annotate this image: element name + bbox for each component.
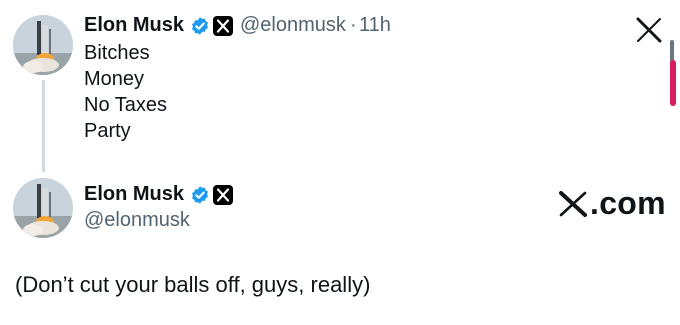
x-logo-icon[interactable]	[636, 17, 664, 43]
verified-badge-icon	[192, 17, 208, 35]
rocket-launch-image	[13, 178, 73, 238]
post-line-1: Bitches	[84, 42, 150, 64]
thread-connector	[42, 80, 45, 172]
post-timestamp[interactable]: 11h	[359, 14, 391, 37]
avatar[interactable]	[13, 178, 73, 238]
x-logo-icon	[213, 16, 233, 36]
profile-handle[interactable]: @elonmusk	[84, 209, 190, 232]
author-name[interactable]: Elon Musk	[84, 14, 184, 37]
rocket-launch-image	[13, 15, 73, 75]
verified-badge-icon	[192, 186, 208, 204]
x-logo-icon	[559, 190, 587, 217]
x-logo-icon	[213, 185, 233, 205]
brand-site-label: .com	[590, 185, 666, 221]
brand-watermark: .com	[558, 185, 666, 222]
profile-name[interactable]: Elon Musk	[84, 183, 184, 206]
post-line-2: Money	[84, 68, 145, 90]
separator-dot: ·	[350, 14, 357, 36]
post-caption: (Don’t cut your balls off, guys, really)	[15, 272, 371, 297]
author-handle[interactable]: @elonmusk	[240, 14, 346, 37]
avatar[interactable]	[13, 15, 73, 75]
post-line-3: No Taxes	[84, 94, 168, 116]
scrollbar-thumb[interactable]	[670, 60, 676, 106]
post-line-4: Party	[84, 120, 131, 142]
